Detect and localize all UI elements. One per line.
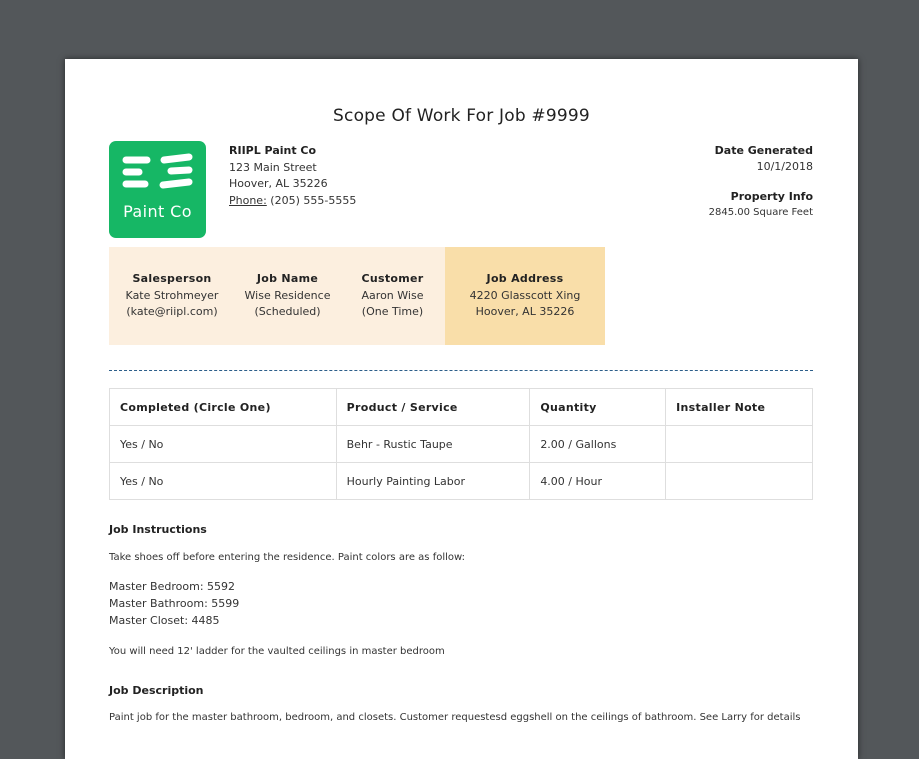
salesperson-cell: Salesperson Kate Strohmeyer (kate@riipl.… — [109, 247, 235, 345]
document-page: Scope Of Work For Job #9999 Paint Co RII… — [65, 59, 858, 759]
column-header-product: Product / Service — [335, 388, 531, 426]
job-address-label: Job Address — [486, 272, 564, 285]
work-items-table: Completed (Circle One) Product / Service… — [109, 388, 813, 500]
job-description-text: Paint job for the master bathroom, bedro… — [109, 712, 801, 723]
customer-name: Aaron Wise — [361, 288, 424, 302]
quantity-cell: 2.00 / Gallons — [529, 425, 667, 463]
salesperson-name: Kate Strohmeyer — [125, 288, 219, 302]
brush-strokes-icon — [122, 153, 193, 189]
company-phone-line: Phone: (205) 555-5555 — [229, 193, 356, 210]
completed-cell: Yes / No — [109, 425, 337, 463]
table-row: Yes / No Behr - Rustic Taupe 2.00 / Gall… — [109, 425, 813, 463]
customer-label: Customer — [361, 272, 424, 285]
product-cell: Behr - Rustic Taupe — [335, 425, 531, 463]
paint-color-item: Master Bedroom: 5592 — [109, 580, 236, 593]
paint-color-item: Master Bathroom: 5599 — [109, 597, 240, 610]
job-instructions-note: You will need 12' ladder for the vaulted… — [109, 646, 445, 657]
company-logo: Paint Co — [109, 141, 206, 238]
document-meta: Date Generated 10/1/2018 Property Info 2… — [709, 143, 813, 221]
job-info-band: Salesperson Kate Strohmeyer (kate@riipl.… — [109, 247, 605, 345]
property-info-value: 2845.00 Square Feet — [708, 207, 813, 218]
job-instructions-intro: Take shoes off before entering the resid… — [109, 552, 466, 563]
paint-color-list: Master Bedroom: 5592 Master Bathroom: 55… — [109, 578, 239, 629]
company-info: RIIPL Paint Co 123 Main Street Hoover, A… — [229, 143, 356, 209]
paint-color-item: Master Closet: 4485 — [109, 614, 220, 627]
job-name-value: Wise Residence — [244, 288, 331, 302]
company-name: RIIPL Paint Co — [229, 144, 317, 157]
phone-label: Phone: — [229, 193, 267, 207]
product-cell: Hourly Painting Labor — [335, 462, 531, 500]
company-city: Hoover, AL 35226 — [229, 177, 328, 190]
table-header-row: Completed (Circle One) Product / Service… — [109, 388, 813, 426]
date-generated-value: 10/1/2018 — [756, 160, 813, 173]
page-title: Scope Of Work For Job #9999 — [333, 106, 590, 126]
property-info-label: Property Info — [730, 190, 813, 203]
table-row: Yes / No Hourly Painting Labor 4.00 / Ho… — [109, 462, 813, 500]
job-instructions-heading: Job Instructions — [109, 523, 207, 536]
logo-text: Paint Co — [123, 202, 192, 221]
salesperson-label: Salesperson — [132, 272, 212, 285]
job-address-cell: Job Address 4220 Glasscott Xing Hoover, … — [445, 247, 605, 345]
job-description-heading: Job Description — [109, 684, 204, 697]
job-address-city: Hoover, AL 35226 — [475, 305, 575, 318]
installer-note-cell — [665, 425, 813, 463]
installer-note-cell — [665, 462, 813, 500]
company-street: 123 Main Street — [229, 160, 317, 174]
column-header-quantity: Quantity — [529, 388, 667, 426]
customer-frequency: (One Time) — [361, 305, 424, 318]
column-header-completed: Completed (Circle One) — [109, 388, 337, 426]
job-name-label: Job Name — [256, 272, 319, 285]
job-status: (Scheduled) — [254, 305, 321, 318]
salesperson-email: (kate@riipl.com) — [126, 305, 218, 318]
quantity-cell: 4.00 / Hour — [529, 462, 667, 500]
section-divider — [109, 370, 813, 371]
column-header-installer-note: Installer Note — [665, 388, 813, 426]
date-generated-label: Date Generated — [714, 144, 813, 157]
completed-cell: Yes / No — [109, 462, 337, 500]
job-name-cell: Job Name Wise Residence (Scheduled) — [235, 247, 340, 345]
company-phone: (205) 555-5555 — [270, 193, 357, 207]
customer-cell: Customer Aaron Wise (One Time) — [340, 247, 445, 345]
job-address-street: 4220 Glasscott Xing — [469, 288, 581, 302]
